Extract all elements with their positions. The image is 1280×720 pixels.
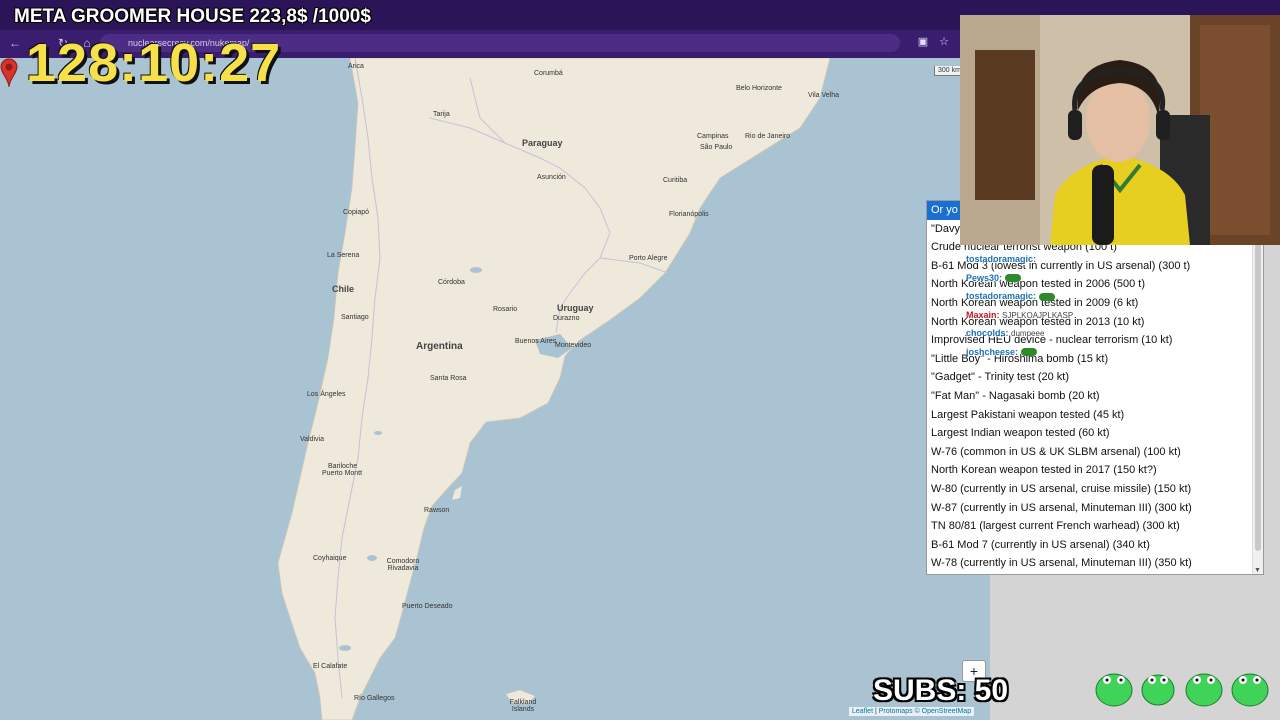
chat-username: Maxain:: [966, 309, 1000, 320]
map-label-sao-paulo: São Paulo: [700, 144, 733, 151]
back-icon[interactable]: ←: [6, 34, 24, 52]
chat-message: chocolds: dumpeee: [966, 328, 1126, 347]
translate-icon[interactable]: ▣: [915, 34, 931, 50]
attribution-osm-link[interactable]: © OpenStreetMap: [915, 708, 972, 715]
stream-chat-overlay: tostadoramagic: Pews30: tostadoramagic: …: [966, 254, 1126, 365]
map-label-los-angeles: Los Ángeles: [307, 391, 346, 398]
map-label-coyhaique: Coyhaique: [313, 555, 347, 562]
map-land-svg: [0, 58, 990, 720]
map-label-rosario: Rosario: [493, 306, 518, 313]
map-label-vila-velha: Vila Velha: [808, 92, 840, 99]
detonation-marker-icon[interactable]: [0, 58, 18, 88]
chat-message: Maxain: SJPLKOAJPLKASP: [966, 310, 1126, 329]
map-label-durazno: Durazno: [553, 315, 580, 322]
weapon-option[interactable]: North Korean weapon tested in 2017 (150 …: [927, 461, 1263, 480]
weapon-option[interactable]: "Gadget" - Trinity test (20 kt): [927, 368, 1263, 387]
map-label-cordoba: Córdoba: [438, 279, 465, 286]
attribution-protomaps-link[interactable]: Protomaps: [879, 708, 913, 715]
map-label-florianopolis: Florianópolis: [669, 211, 709, 218]
webcam-image: [960, 15, 1280, 245]
map-label-tarija: Tarija: [433, 111, 450, 118]
chat-text: SJPLKOAJPLKASP: [1002, 310, 1074, 320]
map-label-puerto-deseado: Puerto Deseado: [402, 603, 453, 610]
chat-username: joshcheese:: [966, 346, 1019, 357]
weapon-option[interactable]: "Fat Man" - Nagasaki bomb (20 kt): [927, 387, 1263, 406]
weapon-option[interactable]: W-80 (currently in US arsenal, cruise mi…: [927, 480, 1263, 499]
map-label-curitiba: Curitiba: [663, 177, 688, 184]
map-label-asuncion: Asunción: [537, 174, 566, 181]
map-label-belo-horizonte: Belo Horizonte: [736, 85, 782, 92]
select-scrollbar[interactable]: ▲ ▼: [1252, 201, 1263, 574]
chat-message: joshcheese:: [966, 347, 1126, 366]
map-label-valdivia: Valdivia: [300, 436, 324, 443]
map-label-puerto-montt: Puerto Montt: [322, 470, 363, 477]
map-label-arica: Arica: [348, 63, 364, 70]
stream-goal-title: META GROOMER HOUSE 223,8$ /1000$: [14, 6, 371, 27]
chat-message: tostadoramagic:: [966, 291, 1126, 310]
map-label-santiago: Santiago: [341, 314, 369, 321]
map-label-falkland-islands: Falkland Islands: [509, 699, 537, 713]
weapon-option[interactable]: B-61 Mod 7 (currently in US arsenal) (34…: [927, 536, 1263, 555]
nukemap-map[interactable]: Arica Corumbá Belo Horizonte Vila Velha …: [0, 58, 990, 720]
chat-message: Pews30:: [966, 273, 1126, 292]
map-label-rio-gallegos: Río Gallegos: [354, 695, 395, 702]
map-label-copiapo: Copiapó: [343, 209, 370, 216]
weapon-option[interactable]: W-78 (currently in US arsenal, Minuteman…: [927, 554, 1263, 573]
chat-username: Pews30:: [966, 272, 1003, 283]
map-label-santa-rosa: Santa Rosa: [430, 375, 467, 382]
frog-emote-icon: [1020, 348, 1037, 357]
subathon-timer: 128:10:27: [26, 33, 282, 93]
map-label-bariloche: Bariloche: [328, 463, 358, 470]
weapon-option[interactable]: TN 80/81 (largest current French warhead…: [927, 517, 1263, 536]
map-label-rio-de-janeiro: Rio de Janeiro: [745, 133, 791, 140]
map-label-uruguay: Uruguay: [557, 303, 594, 313]
map-label-argentina: Argentina: [416, 341, 463, 352]
map-label-corumba: Corumbá: [534, 70, 563, 77]
chat-username: tostadoramagic:: [966, 254, 1037, 264]
map-label-porto-alegre: Porto Alegre: [629, 255, 668, 262]
map-attribution: Leaflet | Protomaps © OpenStreetMap: [849, 707, 975, 716]
map-label-la-serena: La Serena: [327, 252, 360, 259]
streamer-webcam: [960, 15, 1280, 245]
chat-text: dumpeee: [1011, 329, 1045, 338]
bookmark-star-icon[interactable]: ☆: [936, 34, 952, 50]
map-label-paraguay: Paraguay: [522, 138, 563, 148]
map-label-chile: Chile: [332, 284, 355, 294]
subs-counter: SUBS: 50: [873, 674, 1009, 707]
frog-emote-icon: [1038, 292, 1055, 301]
map-label-buenos-aires: Buenos Aires: [515, 338, 557, 345]
map-label-campinas: Campinas: [697, 133, 729, 140]
dancing-frogs-icon: [1095, 673, 1269, 707]
weapon-option[interactable]: W-87 (currently in US arsenal, Minuteman…: [927, 499, 1263, 518]
map-label-montevideo: Montevideo: [555, 342, 592, 349]
map-label-rawson: Rawson: [424, 507, 450, 514]
weapon-option[interactable]: Largest Indian weapon tested (60 kt): [927, 424, 1263, 443]
chat-username: tostadoramagic:: [966, 291, 1037, 301]
scrollbar-thumb[interactable]: [1255, 211, 1261, 551]
scroll-down-icon[interactable]: ▼: [1254, 567, 1261, 574]
chat-message: tostadoramagic:: [966, 254, 1126, 273]
frog-emote-icon: [1004, 274, 1021, 283]
attribution-leaflet-link[interactable]: Leaflet: [852, 708, 873, 715]
weapon-option[interactable]: W-76 (common in US & UK SLBM arsenal) (1…: [927, 443, 1263, 462]
weapon-option[interactable]: Largest Pakistani weapon tested (45 kt): [927, 406, 1263, 425]
chat-username: chocolds:: [966, 328, 1009, 338]
map-label-el-calafate: El Calafate: [313, 663, 348, 670]
map-label-comodoro-rivadavia: Comodoro Rivadavia: [386, 558, 420, 572]
